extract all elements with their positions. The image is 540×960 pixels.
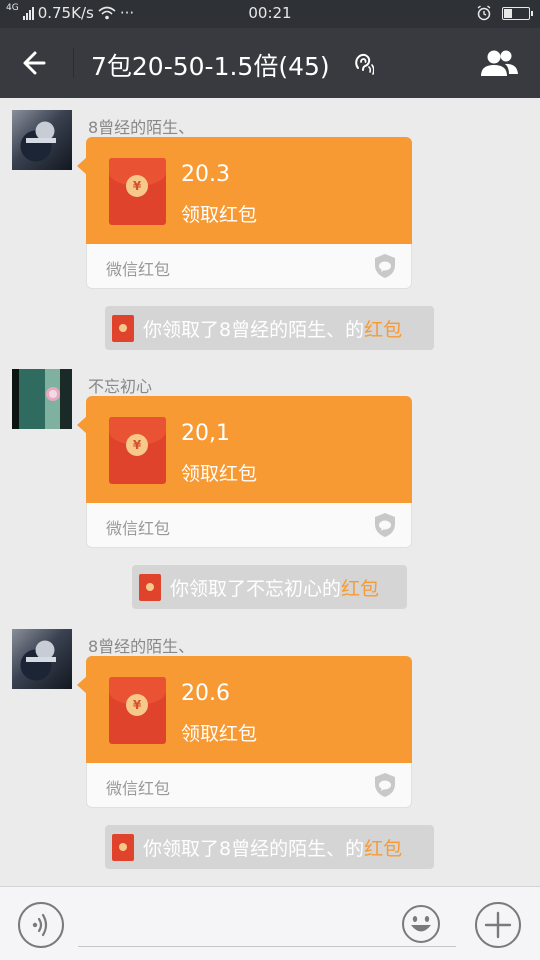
shield-icon <box>375 513 395 537</box>
avatar[interactable] <box>12 110 72 170</box>
claim-notice: 你领取了8曾经的陌生、的 红包 <box>105 306 434 350</box>
red-packet-link[interactable]: 红包 <box>341 574 379 601</box>
red-packet-link[interactable]: 红包 <box>364 834 402 861</box>
input-bar <box>0 886 540 960</box>
avatar[interactable] <box>12 369 72 429</box>
alarm-icon <box>477 5 491 21</box>
voice-button[interactable] <box>17 901 65 949</box>
sender-name: 8曾经的陌生、 <box>88 118 195 137</box>
red-packet-action: 领取红包 <box>181 723 258 745</box>
avatar-detail <box>26 138 56 143</box>
red-packet-action: 领取红包 <box>181 463 258 485</box>
avatar[interactable] <box>12 629 72 689</box>
arrow-left-icon <box>23 51 46 75</box>
red-envelope-icon: ¥ <box>109 417 166 484</box>
emoji-button[interactable] <box>401 904 441 944</box>
red-packet-amount: 20.6 <box>181 681 230 706</box>
plus-icon <box>475 902 521 948</box>
more-functions-button[interactable] <box>474 901 522 949</box>
red-packet-action: 领取红包 <box>181 204 258 226</box>
claim-notice-text: 你领取了8曾经的陌生、的 <box>143 837 365 860</box>
avatar-detail <box>46 387 60 401</box>
red-packet-footer: 微信红包 <box>86 763 412 808</box>
red-packet-brand: 微信红包 <box>106 260 171 279</box>
claim-notice-text: 你领取了8曾经的陌生、的 <box>143 318 365 341</box>
claim-notice-text: 你领取了不忘初心的 <box>170 577 342 600</box>
red-envelope-icon: ¥ <box>109 158 166 225</box>
mini-red-envelope-icon <box>112 833 134 861</box>
back-button[interactable] <box>14 45 58 81</box>
red-packet-link[interactable]: 红包 <box>364 315 402 342</box>
ear-icon <box>355 53 375 75</box>
mini-red-envelope-icon <box>112 314 134 342</box>
red-packet-message[interactable]: ¥ 20.3 领取红包 微信红包 <box>77 137 412 289</box>
status-right <box>476 5 533 21</box>
group-info-button[interactable] <box>478 46 520 80</box>
earpiece-mode-indicator <box>352 53 375 75</box>
emoji-icon <box>402 905 440 943</box>
claim-notice: 你领取了8曾经的陌生、的 红包 <box>105 825 434 869</box>
avatar-detail <box>26 657 56 662</box>
red-packet-footer: 微信红包 <box>86 503 412 548</box>
battery-icon <box>502 6 533 20</box>
red-envelope-icon: ¥ <box>109 677 166 744</box>
group-members-icon <box>481 50 518 76</box>
message-input[interactable] <box>78 901 456 947</box>
red-packet-message[interactable]: ¥ 20,1 领取红包 微信红包 <box>77 396 412 548</box>
chat-title: 7包20-50-1.5倍(45) <box>91 52 330 81</box>
chat-header: 7包20-50-1.5倍(45) <box>0 28 540 98</box>
status-bar: 4G 0.75K/s ··· 00:21 <box>0 0 540 28</box>
red-packet-brand: 微信红包 <box>106 779 171 798</box>
shield-icon <box>375 773 395 797</box>
mini-red-envelope-icon <box>139 573 161 601</box>
status-time: 00:21 <box>248 4 292 22</box>
sender-name: 不忘初心 <box>88 377 153 396</box>
red-packet-brand: 微信红包 <box>106 519 171 538</box>
red-packet-message[interactable]: ¥ 20.6 领取红包 微信红包 <box>77 656 412 808</box>
shield-icon <box>375 254 395 278</box>
claim-notice: 你领取了不忘初心的 红包 <box>132 565 407 609</box>
red-packet-amount: 20,1 <box>181 421 230 446</box>
voice-icon <box>18 902 64 948</box>
message-list[interactable]: 8曾经的陌生、 ¥ 20.3 领取红包 微信红包 你领取了8曾经的陌生、的 红包 … <box>0 98 540 886</box>
battery-level <box>504 8 512 18</box>
red-packet-footer: 微信红包 <box>86 244 412 289</box>
red-packet-amount: 20.3 <box>181 162 230 187</box>
header-divider <box>73 48 74 78</box>
sender-name: 8曾经的陌生、 <box>88 637 195 656</box>
